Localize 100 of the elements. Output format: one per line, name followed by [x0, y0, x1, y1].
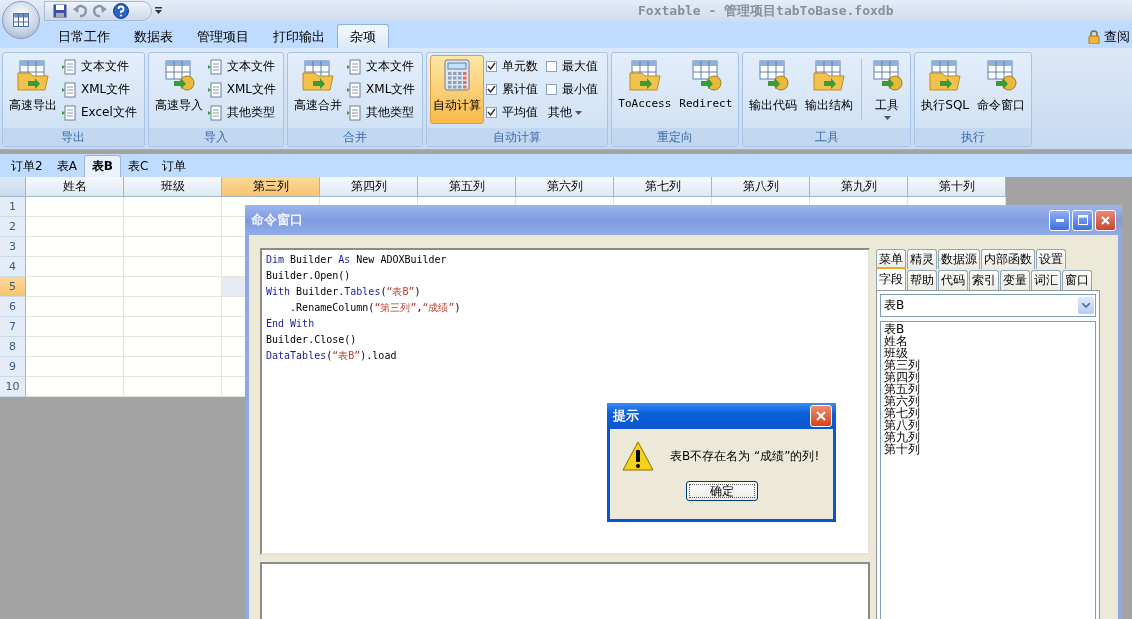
- table-cell[interactable]: [26, 317, 124, 337]
- ribbon-checkbox[interactable]: 最大值: [546, 58, 605, 75]
- ribbon-button[interactable]: 其他类型: [347, 104, 420, 121]
- column-header[interactable]: 班级: [124, 177, 222, 197]
- field-item[interactable]: 第五列: [884, 383, 1092, 395]
- panel-tab[interactable]: 数据源: [938, 249, 980, 269]
- row-header[interactable]: 8: [0, 337, 26, 357]
- column-header[interactable]: 第三列: [222, 177, 320, 197]
- field-item[interactable]: 第八列: [884, 419, 1092, 431]
- ribbon-button[interactable]: 命令窗口: [974, 55, 1029, 124]
- row-header[interactable]: 2: [0, 217, 26, 237]
- panel-tab[interactable]: 精灵: [907, 249, 937, 269]
- sheet-tab[interactable]: 表A: [49, 156, 84, 177]
- app-menu-button[interactable]: [2, 1, 40, 39]
- sheet-tab[interactable]: 订单2: [4, 156, 50, 177]
- table-select[interactable]: 表B: [880, 294, 1096, 317]
- row-header[interactable]: 9: [0, 357, 26, 377]
- column-header[interactable]: 第五列: [418, 177, 516, 197]
- panel-tab[interactable]: 设置: [1036, 249, 1066, 269]
- table-cell[interactable]: [26, 197, 124, 217]
- table-cell[interactable]: [124, 377, 222, 397]
- ribbon-checkbox[interactable]: 最小值: [546, 81, 605, 98]
- ribbon-tab[interactable]: 数据表: [122, 25, 185, 48]
- table-cell[interactable]: [124, 317, 222, 337]
- ribbon-button[interactable]: 输出代码: [746, 55, 801, 124]
- row-header[interactable]: 10: [0, 377, 26, 397]
- field-item[interactable]: 第十列: [884, 443, 1092, 455]
- ribbon-button[interactable]: 输出结构: [802, 55, 857, 124]
- column-header[interactable]: 第六列: [516, 177, 614, 197]
- field-item[interactable]: 表B: [884, 323, 1092, 335]
- row-header[interactable]: 5: [0, 277, 26, 297]
- panel-tab[interactable]: 窗口: [1062, 270, 1092, 290]
- ribbon-checkbox[interactable]: 单元数: [486, 58, 545, 75]
- ribbon-button[interactable]: 文本文件: [62, 58, 141, 75]
- customize-caret-icon[interactable]: [155, 7, 163, 15]
- ribbon-button[interactable]: XML文件: [62, 81, 141, 98]
- field-item[interactable]: 第三列: [884, 359, 1092, 371]
- table-cell[interactable]: [26, 357, 124, 377]
- ribbon-button[interactable]: 工具: [867, 55, 908, 124]
- save-icon[interactable]: [53, 4, 67, 18]
- field-item[interactable]: 第六列: [884, 395, 1092, 407]
- sheet-tab[interactable]: 表B: [83, 155, 121, 177]
- field-item[interactable]: 第四列: [884, 371, 1092, 383]
- field-item[interactable]: 第九列: [884, 431, 1092, 443]
- column-header[interactable]: 第八列: [712, 177, 810, 197]
- ribbon-button[interactable]: 执行SQL: [918, 55, 973, 124]
- table-cell[interactable]: [26, 257, 124, 277]
- column-header[interactable]: 第四列: [320, 177, 418, 197]
- panel-tab[interactable]: 代码: [938, 270, 968, 290]
- sheet-tab[interactable]: 表C: [121, 156, 156, 177]
- ribbon-button[interactable]: 高速导入: [151, 55, 206, 124]
- panel-tab[interactable]: 菜单: [876, 249, 906, 269]
- field-item[interactable]: 姓名: [884, 335, 1092, 347]
- close-button[interactable]: [810, 405, 832, 427]
- column-header[interactable]: 第十列: [908, 177, 1006, 197]
- ribbon-tab[interactable]: 管理项目: [185, 25, 261, 48]
- table-cell[interactable]: [124, 357, 222, 377]
- table-cell[interactable]: [26, 217, 124, 237]
- help-icon[interactable]: [113, 3, 129, 19]
- view-mode-button[interactable]: 查阅: [1087, 28, 1130, 46]
- table-cell[interactable]: [26, 297, 124, 317]
- ribbon-button[interactable]: 文本文件: [207, 58, 281, 75]
- table-cell[interactable]: [124, 297, 222, 317]
- row-header[interactable]: 6: [0, 297, 26, 317]
- column-header[interactable]: 姓名: [26, 177, 124, 197]
- column-header[interactable]: 第七列: [614, 177, 712, 197]
- ribbon-button[interactable]: ToAccess: [615, 55, 675, 124]
- undo-icon[interactable]: [73, 4, 87, 18]
- ribbon-button[interactable]: 自动计算: [430, 55, 485, 124]
- row-header[interactable]: 4: [0, 257, 26, 277]
- ribbon-checkbox[interactable]: 累计值: [486, 81, 545, 98]
- table-cell[interactable]: [26, 277, 124, 297]
- table-cell[interactable]: [124, 337, 222, 357]
- field-item[interactable]: 第七列: [884, 407, 1092, 419]
- field-item[interactable]: 班级: [884, 347, 1092, 359]
- select-all-corner[interactable]: [0, 177, 26, 197]
- maximize-button[interactable]: [1072, 209, 1093, 231]
- panel-tab[interactable]: 内部函数: [981, 249, 1035, 269]
- ribbon-button[interactable]: 其他类型: [207, 104, 281, 121]
- row-header[interactable]: 7: [0, 317, 26, 337]
- table-cell[interactable]: [124, 257, 222, 277]
- close-button[interactable]: [1095, 209, 1116, 231]
- ribbon-button[interactable]: XML文件: [347, 81, 420, 98]
- row-header[interactable]: 1: [0, 197, 26, 217]
- column-header[interactable]: 第九列: [810, 177, 908, 197]
- ribbon-button[interactable]: Redirect: [676, 55, 736, 124]
- table-cell[interactable]: [124, 197, 222, 217]
- minimize-button[interactable]: [1049, 209, 1070, 231]
- redo-icon[interactable]: [93, 4, 107, 18]
- ribbon-button[interactable]: 文本文件: [347, 58, 420, 75]
- table-cell[interactable]: [26, 337, 124, 357]
- table-cell[interactable]: [26, 377, 124, 397]
- table-cell[interactable]: [124, 217, 222, 237]
- ribbon-tab[interactable]: 杂项: [337, 24, 389, 48]
- panel-tab[interactable]: 字段: [876, 267, 906, 290]
- panel-tab[interactable]: 帮助: [907, 270, 937, 290]
- table-cell[interactable]: [124, 237, 222, 257]
- ribbon-button[interactable]: 高速合并: [291, 55, 346, 124]
- panel-tab[interactable]: 词汇: [1031, 270, 1061, 290]
- ribbon-button[interactable]: Excel文件: [62, 104, 141, 121]
